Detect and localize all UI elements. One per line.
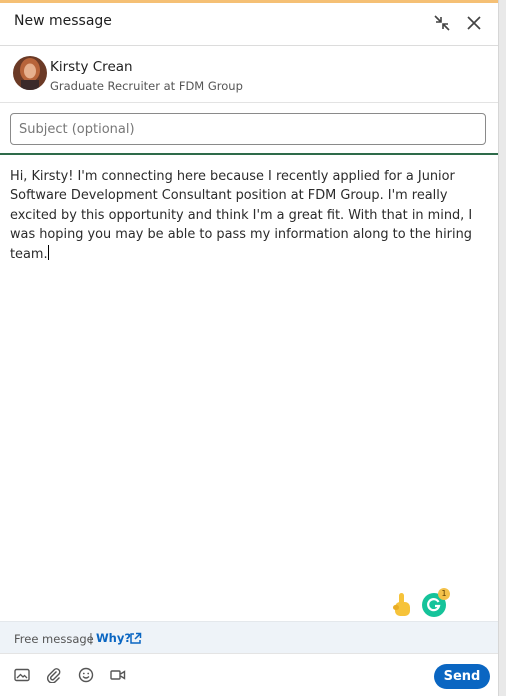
recipient-row: Kirsty Crean Graduate Recruiter at FDM G… [0, 46, 498, 103]
message-body-text: Hi, Kirsty! I'm connecting here because … [10, 169, 473, 262]
attachment-icon [46, 668, 61, 683]
recipient-name[interactable]: Kirsty Crean [50, 59, 133, 75]
image-icon [14, 668, 30, 682]
hand-emoji-icon [393, 593, 410, 616]
avatar-photo-icon [13, 56, 47, 90]
free-message-bar: Free message | Why? [0, 621, 498, 653]
compose-title: New message [14, 13, 112, 29]
focus-divider [0, 153, 498, 155]
close-icon [467, 16, 481, 30]
emoji-icon [78, 667, 94, 683]
send-button[interactable]: Send [434, 664, 490, 689]
minimize-button[interactable] [431, 12, 453, 34]
close-button[interactable] [463, 12, 485, 34]
external-link-icon[interactable] [129, 630, 142, 644]
grammarly-badge: 1 [438, 588, 450, 600]
recipient-headline: Graduate Recruiter at FDM Group [50, 79, 243, 93]
why-link[interactable]: Why? [96, 631, 131, 645]
text-caret [47, 244, 49, 260]
subject-input[interactable] [10, 113, 486, 145]
compose-header: New message [0, 0, 498, 46]
attach-image-button[interactable] [13, 666, 31, 684]
emoji-button[interactable] [77, 666, 95, 684]
grammarly-g-icon [427, 598, 441, 612]
compose-toolbar: Send [0, 653, 498, 696]
footer-separator: | [89, 631, 93, 645]
minimize-arrows-icon [434, 15, 450, 31]
pointing-hand-icon[interactable] [391, 592, 413, 618]
video-icon [110, 670, 126, 680]
message-compose-panel: New message Kirsty Crean Graduate Recrui… [0, 0, 498, 696]
free-message-label: Free message [14, 632, 94, 646]
page-scrollbar-edge [498, 0, 506, 696]
message-body[interactable]: Hi, Kirsty! I'm connecting here because … [10, 167, 480, 264]
attach-file-button[interactable] [45, 666, 63, 684]
video-meeting-button[interactable] [109, 666, 127, 684]
avatar[interactable] [13, 56, 47, 90]
